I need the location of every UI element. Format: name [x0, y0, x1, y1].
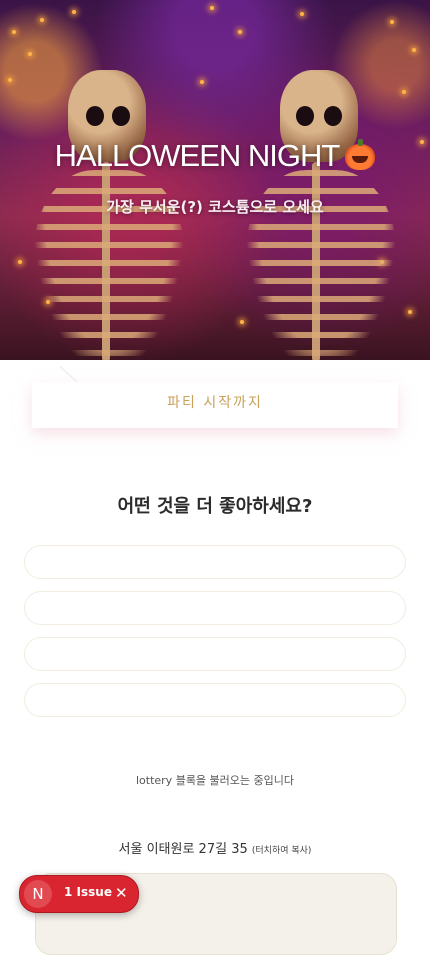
issue-avatar: N — [24, 880, 52, 908]
poll-option[interactable] — [24, 545, 406, 579]
countdown-label: 파티 시작까지 — [167, 395, 263, 411]
close-icon[interactable]: ✕ — [115, 883, 128, 903]
poll-option[interactable] — [24, 637, 406, 671]
hero-title: HALLOWEEN NIGHT — [0, 138, 430, 174]
pumpkin-icon — [345, 139, 376, 170]
issue-badge[interactable]: N 1 Issue ✕ — [19, 875, 139, 913]
address-copy[interactable]: 서울 이태원로 27길 35 (터치하여 복사) — [0, 838, 430, 857]
poll-question: 어떤 것을 더 좋아하세요? — [117, 496, 313, 517]
hero-banner: HALLOWEEN NIGHT 가장 무서운(?) 코스튬으로 오세요 — [0, 0, 430, 360]
poll-option[interactable] — [24, 591, 406, 625]
copy-hint: (터치하여 복사) — [251, 846, 312, 856]
hero-subtitle: 가장 무서운(?) 코스튬으로 오세요 — [106, 198, 324, 216]
poll-option[interactable] — [24, 683, 406, 717]
countdown-card: 파티 시작까지 — [32, 382, 398, 428]
issue-label[interactable]: 1 Issue — [64, 885, 112, 899]
lottery-loading-text: lottery 블록을 불러오는 중입니다 — [135, 774, 295, 787]
address-text[interactable]: 서울 이태원로 27길 35 — [119, 842, 248, 857]
